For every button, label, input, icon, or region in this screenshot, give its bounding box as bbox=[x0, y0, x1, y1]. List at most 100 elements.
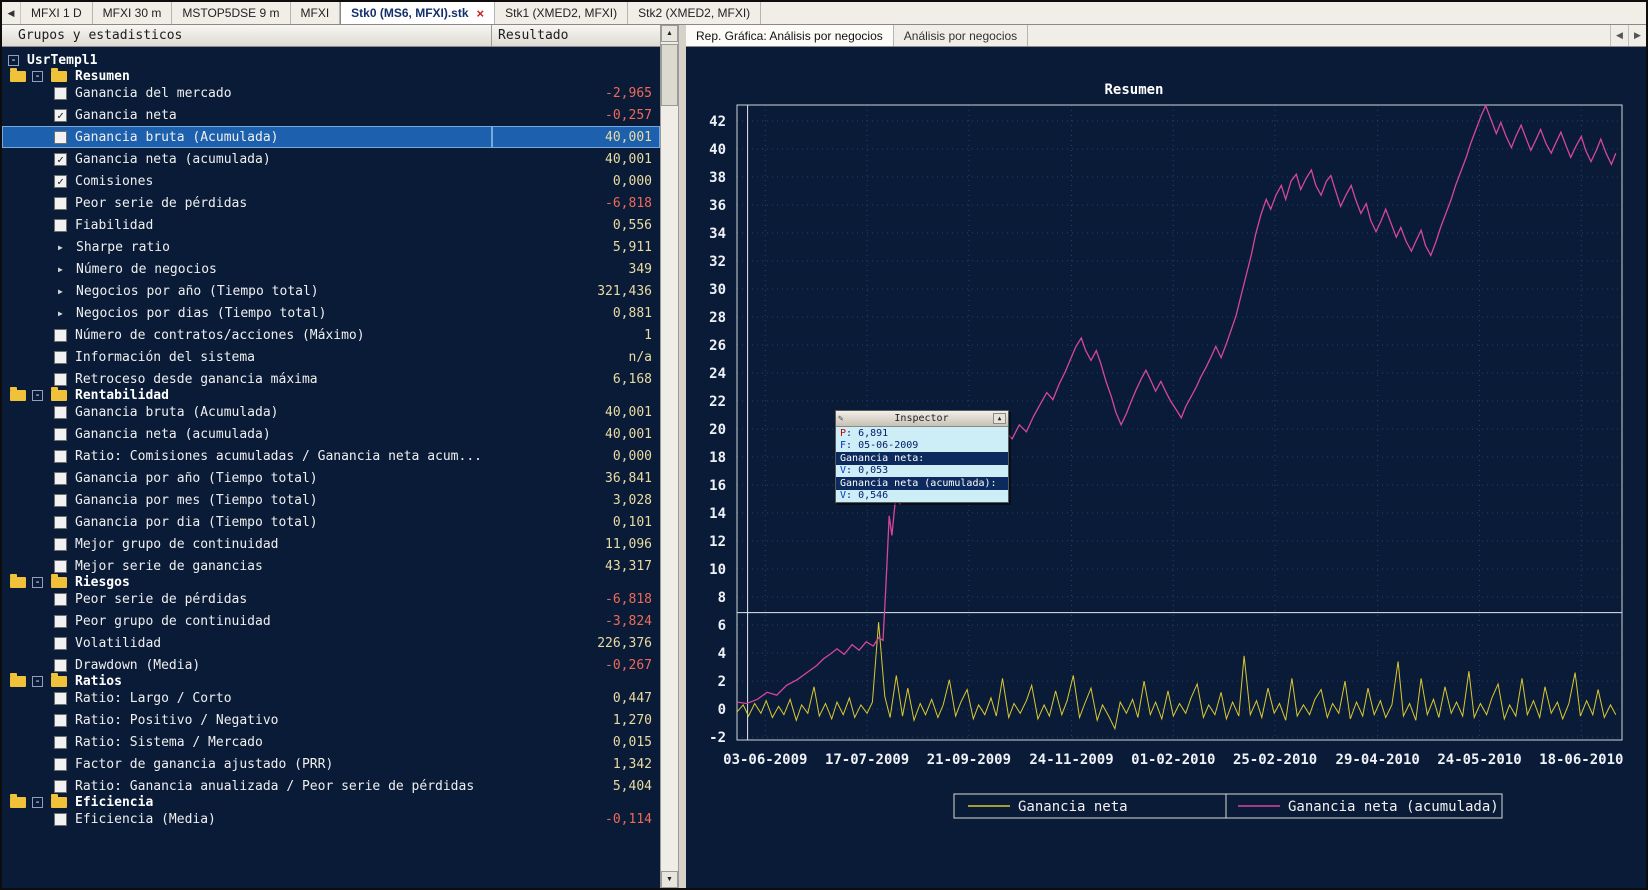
tree-row[interactable]: ▶Número de negocios349 bbox=[2, 258, 660, 280]
checkbox[interactable] bbox=[54, 131, 67, 144]
checkbox[interactable] bbox=[54, 736, 67, 749]
tree-row[interactable]: Ganancia por mes (Tiempo total)3,028 bbox=[2, 489, 660, 511]
tree-row[interactable]: ✓Comisiones0,000 bbox=[2, 170, 660, 192]
tree-row[interactable]: Peor grupo de continuidad-3,824 bbox=[2, 610, 660, 632]
tab-stk2-xmed2-mfxi[interactable]: Stk2 (XMED2, MFXI) bbox=[628, 2, 761, 24]
checkbox[interactable]: ✓ bbox=[54, 153, 67, 166]
checkbox[interactable] bbox=[54, 659, 67, 672]
checkbox[interactable] bbox=[54, 197, 67, 210]
tree-row[interactable]: Ganancia neta (acumulada)40,001 bbox=[2, 423, 660, 445]
checkbox[interactable] bbox=[54, 538, 67, 551]
chart-tab-an-lisis-por-negocios[interactable]: Análisis por negocios bbox=[894, 25, 1028, 46]
tree-row[interactable]: Ganancia bruta (Acumulada)40,001 bbox=[2, 401, 660, 423]
checkbox[interactable] bbox=[54, 615, 67, 628]
checkbox[interactable]: ✓ bbox=[54, 175, 67, 188]
expand-toggle-icon[interactable]: - bbox=[32, 676, 43, 687]
tree-row[interactable]: -Rentabilidad bbox=[10, 390, 26, 401]
tree-row[interactable]: -Riesgos bbox=[10, 577, 26, 588]
tree-row[interactable]: ▶Negocios por año (Tiempo total)321,436 bbox=[2, 280, 660, 302]
checkbox[interactable] bbox=[54, 472, 67, 485]
tree-row[interactable]: Información del sisteman/a bbox=[2, 346, 660, 368]
panel-splitter[interactable] bbox=[678, 25, 686, 888]
inspector-titlebar[interactable]: ✎ Inspector ▲ bbox=[836, 411, 1008, 427]
tree-row[interactable]: Ratio: Largo / Corto0,447 bbox=[2, 687, 660, 709]
scroll-thumb[interactable] bbox=[661, 44, 678, 106]
tree-row[interactable]: -Ratios bbox=[10, 676, 26, 687]
tree-row[interactable]: Ganancia bruta (Acumulada)40,001 bbox=[2, 126, 660, 148]
chart-area[interactable]: Resumen-20246810121416182022242628303234… bbox=[686, 47, 1646, 888]
tree-row[interactable]: Ratio: Ganancia anualizada / Peor serie … bbox=[2, 775, 660, 797]
checkbox[interactable] bbox=[54, 329, 67, 342]
tree-row[interactable]: Factor de ganancia ajustado (PRR)1,342 bbox=[2, 753, 660, 775]
tab-scroll-left-button[interactable]: ◀ bbox=[2, 2, 21, 24]
scroll-up-button[interactable]: ▲ bbox=[661, 25, 678, 42]
tree-row[interactable]: Ganancia por dia (Tiempo total)0,101 bbox=[2, 511, 660, 533]
checkbox[interactable] bbox=[54, 560, 67, 573]
chart-nav-right-button[interactable]: ▶ bbox=[1628, 25, 1646, 46]
tab-mfxi[interactable]: MFXI bbox=[291, 2, 341, 24]
inspector-rollup-button[interactable]: ▲ bbox=[993, 413, 1006, 424]
tree-row[interactable]: -Eficiencia bbox=[10, 797, 26, 808]
tree-row[interactable]: Volatilidad226,376 bbox=[2, 632, 660, 654]
tree-row[interactable]: ▶Sharpe ratio5,911 bbox=[2, 236, 660, 258]
tree-row[interactable]: ✓Ganancia neta (acumulada)40,001 bbox=[2, 148, 660, 170]
tree-row[interactable]: Ganancia del mercado-2,965 bbox=[2, 82, 660, 104]
checkbox[interactable] bbox=[54, 593, 67, 606]
checkbox[interactable] bbox=[54, 450, 67, 463]
checkbox[interactable] bbox=[54, 758, 67, 771]
checkbox[interactable] bbox=[54, 516, 67, 529]
tree-row[interactable]: Peor serie de pérdidas-6,818 bbox=[2, 588, 660, 610]
checkbox[interactable] bbox=[54, 780, 67, 793]
inspector-window[interactable]: ✎ Inspector ▲ P : 6,891F : 05-06-2009Gan… bbox=[835, 410, 1009, 503]
checkbox[interactable]: ✓ bbox=[54, 109, 67, 122]
row-label: Fiabilidad bbox=[75, 218, 153, 233]
checkbox[interactable] bbox=[54, 87, 67, 100]
tab-mfxi-1-d[interactable]: MFXI 1 D bbox=[21, 2, 93, 24]
tree-row[interactable]: Número de contratos/acciones (Máximo)1 bbox=[2, 324, 660, 346]
tree-row[interactable]: Ganancia por año (Tiempo total)36,841 bbox=[2, 467, 660, 489]
row-label: Factor de ganancia ajustado (PRR) bbox=[75, 757, 333, 772]
tab-mfxi-30-m[interactable]: MFXI 30 m bbox=[93, 2, 173, 24]
tree-row[interactable]: Fiabilidad0,556 bbox=[2, 214, 660, 236]
checkbox[interactable] bbox=[54, 351, 67, 364]
column-header-result[interactable]: Resultado bbox=[492, 25, 660, 46]
tree-row[interactable]: ▶Negocios por dias (Tiempo total)0,881 bbox=[2, 302, 660, 324]
expand-toggle-icon[interactable]: - bbox=[8, 55, 19, 66]
tab-stk0-ms6-mfxi-stk[interactable]: Stk0 (MS6, MFXI).stk× bbox=[340, 2, 495, 24]
checkbox[interactable] bbox=[54, 428, 67, 441]
expand-toggle-icon[interactable]: - bbox=[32, 390, 43, 401]
checkbox[interactable] bbox=[54, 714, 67, 727]
checkbox[interactable] bbox=[54, 373, 67, 386]
tree-row[interactable]: Peor serie de pérdidas-6,818 bbox=[2, 192, 660, 214]
tree-row[interactable]: Mejor grupo de continuidad11,096 bbox=[2, 533, 660, 555]
checkbox[interactable] bbox=[54, 813, 67, 826]
tree-row[interactable]: Retroceso desde ganancia máxima6,168 bbox=[2, 368, 660, 390]
checkbox[interactable] bbox=[54, 494, 67, 507]
tree-row[interactable]: -UsrTempl1 bbox=[2, 49, 660, 71]
tree-row[interactable]: ✓Ganancia neta-0,257 bbox=[2, 104, 660, 126]
checkbox[interactable] bbox=[54, 637, 67, 650]
chart-svg[interactable]: Resumen-20246810121416182022242628303234… bbox=[686, 47, 1646, 888]
chart-tab-rep-gr-fica-an-lisis-por-negocios[interactable]: Rep. Gráfica: Análisis por negocios bbox=[686, 25, 894, 46]
tree-scrollbar[interactable]: ▲ ▼ bbox=[660, 25, 678, 888]
checkbox[interactable] bbox=[54, 406, 67, 419]
expand-toggle-icon[interactable]: - bbox=[32, 797, 43, 808]
scroll-down-button[interactable]: ▼ bbox=[661, 871, 678, 888]
tab-close-icon[interactable]: × bbox=[477, 7, 485, 20]
tab-mstop5dse-9-m[interactable]: MSTOP5DSE 9 m bbox=[172, 2, 290, 24]
expand-toggle-icon[interactable]: - bbox=[32, 71, 43, 82]
tree-row[interactable]: Ratio: Comisiones acumuladas / Ganancia … bbox=[2, 445, 660, 467]
svg-text:24-05-2010: 24-05-2010 bbox=[1437, 752, 1521, 768]
column-header-groups[interactable]: Grupos y estadisticos bbox=[2, 25, 492, 46]
checkbox[interactable] bbox=[54, 219, 67, 232]
chart-nav-left-button[interactable]: ◀ bbox=[1610, 25, 1628, 46]
tree-row[interactable]: Mejor serie de ganancias43,317 bbox=[2, 555, 660, 577]
checkbox[interactable] bbox=[54, 692, 67, 705]
tree-row[interactable]: -Resumen bbox=[10, 71, 26, 82]
tree-row[interactable]: Drawdown (Media)-0,267 bbox=[2, 654, 660, 676]
expand-toggle-icon[interactable]: - bbox=[32, 577, 43, 588]
tree-row[interactable]: Eficiencia (Media)-0,114 bbox=[2, 808, 660, 830]
tree-row[interactable]: Ratio: Sistema / Mercado0,015 bbox=[2, 731, 660, 753]
tree-row[interactable]: Ratio: Positivo / Negativo1,270 bbox=[2, 709, 660, 731]
tab-stk1-xmed2-mfxi[interactable]: Stk1 (XMED2, MFXI) bbox=[495, 2, 628, 24]
